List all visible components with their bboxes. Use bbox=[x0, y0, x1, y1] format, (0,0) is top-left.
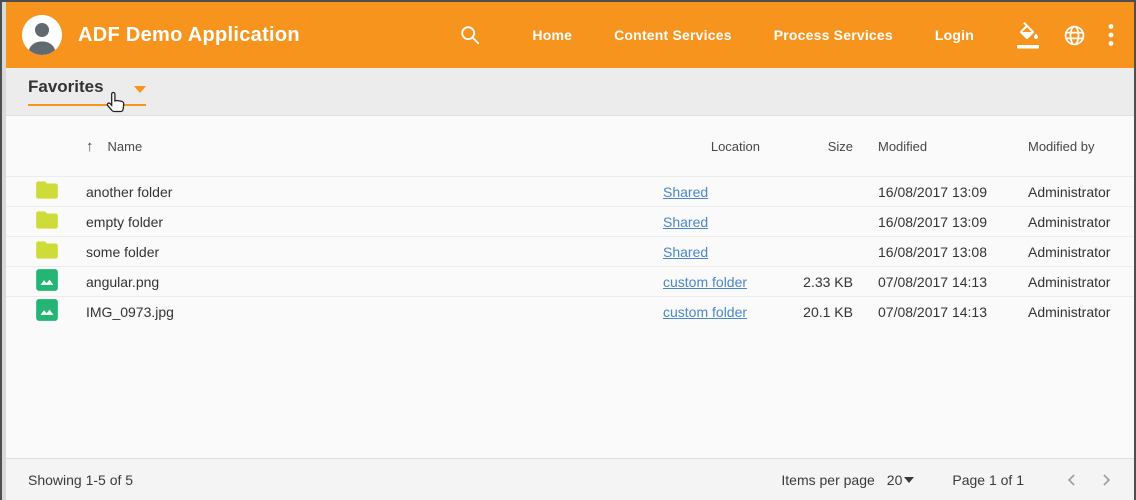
column-header-modified[interactable]: Modified bbox=[853, 139, 1018, 154]
modified-by: Administrator bbox=[1018, 304, 1124, 320]
theme-picker-button[interactable] bbox=[1017, 22, 1041, 49]
folder-icon bbox=[34, 177, 60, 206]
file-size: 20.1 KB bbox=[788, 304, 853, 320]
previous-page-button[interactable] bbox=[1062, 470, 1082, 490]
table-row[interactable]: angular.png custom folder 2.33 KB 07/08/… bbox=[6, 267, 1134, 297]
file-name: empty folder bbox=[86, 214, 663, 230]
favorites-dropdown-label: Favorites bbox=[28, 77, 104, 97]
nav-item-login[interactable]: Login bbox=[914, 27, 995, 43]
chevron-down-icon bbox=[134, 86, 146, 93]
file-name: another folder bbox=[86, 184, 663, 200]
table-header-row: ↑ Name Location Size Modified Modified b… bbox=[6, 116, 1134, 177]
more-menu-button[interactable] bbox=[1108, 23, 1114, 47]
modified-by: Administrator bbox=[1018, 244, 1124, 260]
modified-by: Administrator bbox=[1018, 184, 1124, 200]
modified-date: 16/08/2017 13:08 bbox=[853, 244, 1018, 260]
table-body: another folder Shared 16/08/2017 13:09 A… bbox=[6, 177, 1134, 326]
items-per-page-value: 20 bbox=[887, 472, 903, 488]
language-button[interactable] bbox=[1063, 24, 1086, 47]
format-color-fill-icon bbox=[1017, 22, 1041, 49]
chevron-down-icon bbox=[904, 477, 914, 483]
file-name: angular.png bbox=[86, 274, 663, 290]
main-nav: Home Content Services Process Services L… bbox=[511, 27, 995, 43]
image-icon bbox=[34, 267, 60, 296]
column-header-size[interactable]: Size bbox=[788, 139, 853, 154]
page-status-label: Page 1 of 1 bbox=[952, 472, 1024, 488]
user-avatar[interactable] bbox=[22, 15, 62, 55]
folder-icon bbox=[34, 207, 60, 236]
location-link[interactable]: custom folder bbox=[663, 304, 747, 320]
showing-range-label: Showing 1-5 of 5 bbox=[28, 472, 133, 488]
person-icon bbox=[22, 15, 62, 55]
more-vert-icon bbox=[1108, 23, 1114, 47]
file-size: 2.33 KB bbox=[788, 274, 853, 290]
location-link[interactable]: Shared bbox=[663, 214, 708, 230]
nav-item-process-services[interactable]: Process Services bbox=[753, 27, 914, 43]
chevron-right-icon bbox=[1096, 470, 1116, 490]
globe-icon bbox=[1063, 24, 1086, 47]
next-page-button[interactable] bbox=[1096, 470, 1116, 490]
location-link[interactable]: Shared bbox=[663, 244, 708, 260]
modified-by: Administrator bbox=[1018, 274, 1124, 290]
items-per-page-label: Items per page bbox=[781, 472, 874, 488]
modified-date: 16/08/2017 13:09 bbox=[853, 214, 1018, 230]
location-link[interactable]: custom folder bbox=[663, 274, 747, 290]
image-icon bbox=[34, 297, 60, 326]
items-per-page-select[interactable]: Items per page 20 bbox=[781, 472, 914, 488]
app-header: ADF Demo Application Home Content Servic… bbox=[6, 2, 1134, 68]
column-header-name[interactable]: ↑ Name bbox=[86, 138, 663, 155]
search-icon bbox=[459, 24, 481, 46]
document-list: ↑ Name Location Size Modified Modified b… bbox=[6, 116, 1134, 458]
view-toolbar: Favorites bbox=[6, 68, 1134, 116]
app-title: ADF Demo Application bbox=[78, 24, 300, 47]
nav-item-content-services[interactable]: Content Services bbox=[593, 27, 753, 43]
file-name: some folder bbox=[86, 244, 663, 260]
table-row[interactable]: another folder Shared 16/08/2017 13:09 A… bbox=[6, 177, 1134, 207]
chevron-left-icon bbox=[1062, 470, 1082, 490]
folder-icon bbox=[34, 237, 60, 266]
table-row[interactable]: IMG_0973.jpg custom folder 20.1 KB 07/08… bbox=[6, 297, 1134, 326]
favorites-dropdown[interactable]: Favorites bbox=[28, 77, 146, 106]
nav-item-home[interactable]: Home bbox=[511, 27, 593, 43]
app-window: ADF Demo Application Home Content Servic… bbox=[0, 0, 1136, 500]
column-header-location[interactable]: Location bbox=[663, 139, 788, 154]
modified-date: 07/08/2017 14:13 bbox=[853, 304, 1018, 320]
modified-by: Administrator bbox=[1018, 214, 1124, 230]
table-row[interactable]: some folder Shared 16/08/2017 13:08 Admi… bbox=[6, 237, 1134, 267]
modified-date: 16/08/2017 13:09 bbox=[853, 184, 1018, 200]
column-header-modified-by[interactable]: Modified by bbox=[1018, 139, 1124, 154]
file-name: IMG_0973.jpg bbox=[86, 304, 663, 320]
location-link[interactable]: Shared bbox=[663, 184, 708, 200]
search-button[interactable] bbox=[459, 24, 481, 46]
table-row[interactable]: empty folder Shared 16/08/2017 13:09 Adm… bbox=[6, 207, 1134, 237]
pagination-bar: Showing 1-5 of 5 Items per page 20 Page … bbox=[6, 458, 1134, 500]
modified-date: 07/08/2017 14:13 bbox=[853, 274, 1018, 290]
sort-asc-icon: ↑ bbox=[86, 138, 94, 155]
